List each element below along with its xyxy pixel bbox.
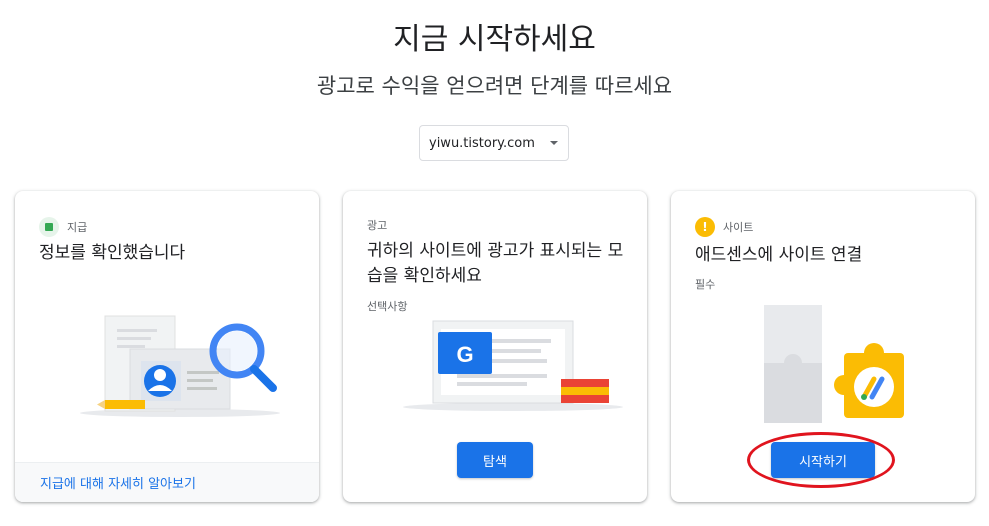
get-started-button[interactable]: 시작하기 — [771, 442, 875, 478]
payment-learn-more-link[interactable]: 지급에 대해 자세히 알아보기 — [40, 473, 196, 492]
card-required-note: 필수 — [695, 278, 716, 291]
card-tag: 광고 — [367, 217, 387, 233]
site-selector-value: yiwu.tistory.com — [429, 135, 535, 151]
card-tag-label: 사이트 — [723, 221, 754, 234]
payment-verification-illustration — [80, 315, 280, 417]
site-selector[interactable]: yiwu.tistory.com — [419, 125, 569, 161]
card-footer: 지급에 대해 자세히 알아보기 — [15, 462, 319, 502]
adsense-puzzle-illustration — [764, 305, 904, 423]
card-optional-note: 선택사항 — [367, 300, 408, 313]
page-subtitle: 광고로 수익을 얻으려면 단계를 따르세요 — [316, 74, 673, 98]
page-title: 지금 시작하세요 — [393, 22, 596, 57]
google-g-letter: G — [456, 342, 473, 367]
card-tag: 지급 — [39, 217, 87, 237]
card-title: 정보를 확인했습니다 — [39, 243, 186, 263]
card-tag-label: 광고 — [367, 219, 388, 232]
card-title: 귀하의 사이트에 광고가 표시되는 모습을 확인하세요 — [367, 241, 624, 286]
payment-card: 지급 정보를 확인했습니다 지급에 대해 자세히 알아보기 — [15, 191, 319, 502]
site-card: ! 사이트 애드센스에 사이트 연결 필수 시작하기 — [671, 191, 975, 502]
card-title: 애드센스에 사이트 연결 — [695, 245, 863, 265]
ads-preview-illustration: G — [403, 320, 623, 411]
explore-button[interactable]: 탐색 — [457, 442, 533, 478]
caret-down-icon — [550, 141, 558, 145]
warning-exclamation-icon: ! — [695, 217, 715, 237]
card-tag-label: 지급 — [67, 221, 88, 234]
ads-card: 광고 귀하의 사이트에 광고가 표시되는 모습을 확인하세요 선택사항 G 탐색 — [343, 191, 647, 502]
green-check-square-icon — [39, 217, 59, 237]
card-tag: ! 사이트 — [695, 217, 753, 237]
